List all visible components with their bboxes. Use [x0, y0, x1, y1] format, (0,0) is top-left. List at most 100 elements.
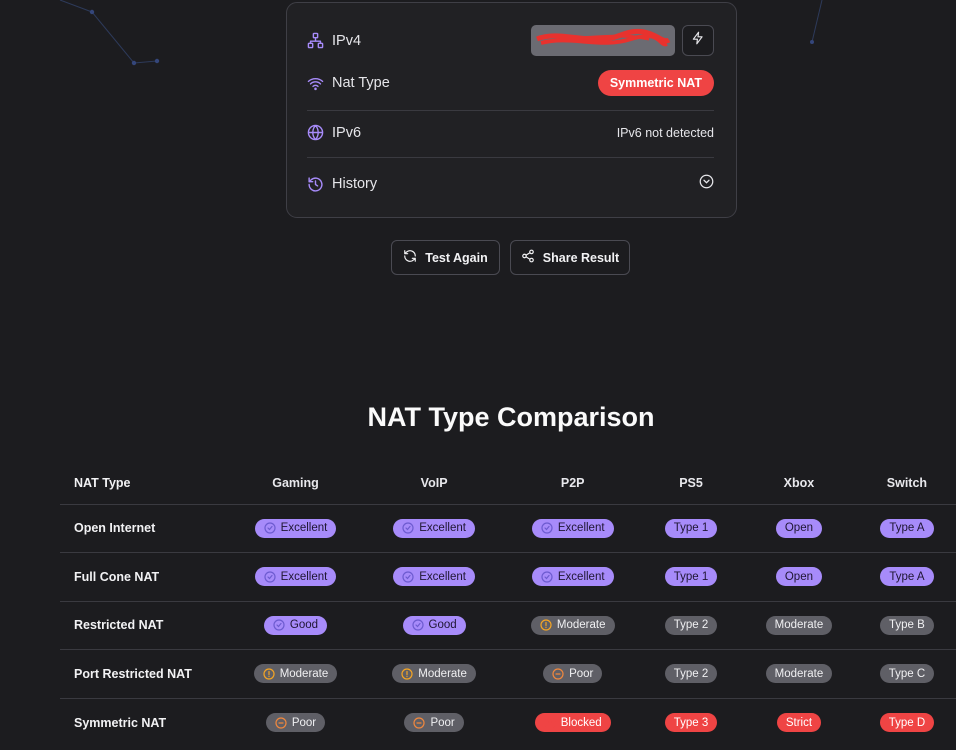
network-icon: [307, 32, 324, 49]
table-cell: Excellent: [364, 504, 504, 553]
test-again-label: Test Again: [425, 250, 488, 265]
column-header: Gaming: [226, 463, 365, 505]
rating-text: Moderate: [774, 619, 824, 632]
rating-text: Type 2: [673, 619, 709, 632]
table-cell: Type D: [858, 698, 956, 747]
check-circle-icon: [402, 522, 414, 534]
table-cell: Good: [364, 601, 504, 650]
table-cell: Type 1: [642, 552, 741, 602]
comparison-title: NAT Type Comparison: [367, 402, 655, 432]
minus-circle-icon: [413, 716, 426, 729]
rating-text: Open: [784, 522, 813, 535]
rating-badge: Moderate: [392, 664, 476, 684]
rating-text: Poor: [291, 716, 317, 729]
rating-text: Strict: [785, 716, 813, 729]
rating-badge: Type 2: [664, 664, 718, 684]
nat-type-name: Full Cone NAT: [60, 552, 227, 602]
x-circle-icon: [544, 716, 556, 729]
column-header: Xbox: [740, 463, 858, 505]
check-circle-icon: [264, 522, 276, 534]
minus-circle-icon: [275, 716, 287, 729]
table-cell: Blocked: [503, 698, 642, 747]
table-cell: Excellent: [364, 552, 504, 602]
check-circle-icon: [541, 522, 553, 534]
table-cell: Type C: [857, 649, 956, 699]
rating-badge: Good: [263, 615, 328, 635]
rating-text: Open: [784, 570, 813, 583]
ipv6-row: IPv6 IPv6 not detected: [307, 124, 714, 141]
rating-text: Poor: [430, 716, 455, 729]
table-cell: Good: [226, 601, 365, 650]
lightning-button[interactable]: [682, 25, 714, 56]
rating-badge: Poor: [404, 713, 464, 732]
nat-type-name: Open Internet: [60, 504, 227, 553]
rating-badge: Excellent: [531, 518, 614, 538]
nat-type-name: Restricted NAT: [60, 601, 227, 650]
rating-text: Good: [428, 619, 457, 632]
share-result-button[interactable]: Share Result: [510, 240, 630, 275]
rating-text: Excellent: [280, 522, 328, 535]
table-cell: Moderate: [503, 601, 643, 650]
table-cell: Type 2: [642, 649, 741, 699]
table-cell: Excellent: [503, 504, 643, 553]
rating-badge: Type 3: [664, 713, 718, 732]
table-cell: Strict: [740, 698, 858, 747]
table-cell: Poor: [365, 698, 504, 747]
nat-type-badge: Symmetric NAT: [597, 70, 714, 96]
rating-badge: Type A: [880, 567, 934, 587]
table-header-row: NAT Type Gaming VoIP P2P PS5 Xbox Switch: [60, 463, 956, 505]
rating-text: Good: [289, 619, 319, 632]
table-row: Open Internet Excellent Excellent Excellent…: [60, 504, 956, 553]
share-icon: [521, 249, 535, 266]
rating-text: Type 1: [673, 522, 709, 535]
table-cell: Excellent: [503, 552, 643, 602]
table-cell: Type 2: [642, 601, 741, 650]
table-row: Port Restricted NAT Moderate Moderate Poor T…: [60, 649, 956, 699]
rating-text: Type 2: [673, 667, 709, 680]
rating-badge: Open: [775, 567, 822, 587]
table-cell: Type 1: [642, 504, 741, 553]
column-header: NAT Type: [60, 463, 227, 505]
ipv6-label: IPv6: [332, 124, 362, 141]
rating-text: Excellent: [419, 522, 466, 535]
rating-badge: Open: [775, 518, 822, 538]
history-row[interactable]: History: [307, 174, 714, 194]
minus-circle-icon: [552, 668, 564, 680]
column-header: VoIP: [364, 463, 504, 505]
chevron-down-icon[interactable]: [699, 174, 714, 194]
table-cell: Excellent: [226, 552, 365, 602]
rating-badge: Type 2: [664, 615, 718, 635]
table-row: Full Cone NAT Excellent Excellent Excellent…: [60, 552, 956, 602]
table-cell: Type 3: [642, 698, 740, 747]
table-cell: Moderate: [226, 649, 365, 699]
rating-badge: Type 1: [664, 567, 718, 587]
rating-text: Blocked: [560, 716, 602, 729]
check-circle-icon: [264, 571, 276, 583]
rating-text: Poor: [569, 667, 594, 680]
alert-circle-icon: [401, 668, 413, 680]
nat-type-name: Port Restricted NAT: [60, 649, 227, 699]
rating-badge: Moderate: [253, 664, 338, 684]
nat-comparison-table: NAT Type Gaming VoIP P2P PS5 Xbox Switch…: [60, 463, 956, 747]
rating-text: Type C: [888, 667, 926, 680]
rating-badge: Type B: [880, 615, 934, 635]
rating-text: Type A: [889, 570, 925, 583]
ipv6-status: IPv6 not detected: [616, 125, 714, 140]
column-header: P2P: [503, 463, 643, 505]
check-circle-icon: [273, 619, 285, 631]
result-card: IPv4 Nat Type Symmetric NAT IPv6 IPv6 no…: [286, 2, 737, 218]
test-again-button[interactable]: Test Again: [391, 240, 500, 275]
refresh-icon: [403, 249, 417, 266]
rating-badge: Excellent: [531, 567, 614, 587]
table-row: Restricted NAT Good Good Moderate Type 2 Mode…: [60, 601, 956, 650]
rating-text: Excellent: [280, 570, 328, 583]
divider: [307, 110, 714, 111]
column-header: Switch: [857, 463, 956, 505]
rating-badge: Type D: [879, 713, 935, 732]
rating-badge: Poor: [265, 713, 326, 732]
rating-text: Moderate: [279, 667, 329, 680]
table-cell: Excellent: [226, 504, 365, 553]
lightning-icon: [691, 31, 705, 50]
table-cell: Poor: [503, 649, 643, 699]
rating-badge: Strict: [776, 713, 822, 732]
